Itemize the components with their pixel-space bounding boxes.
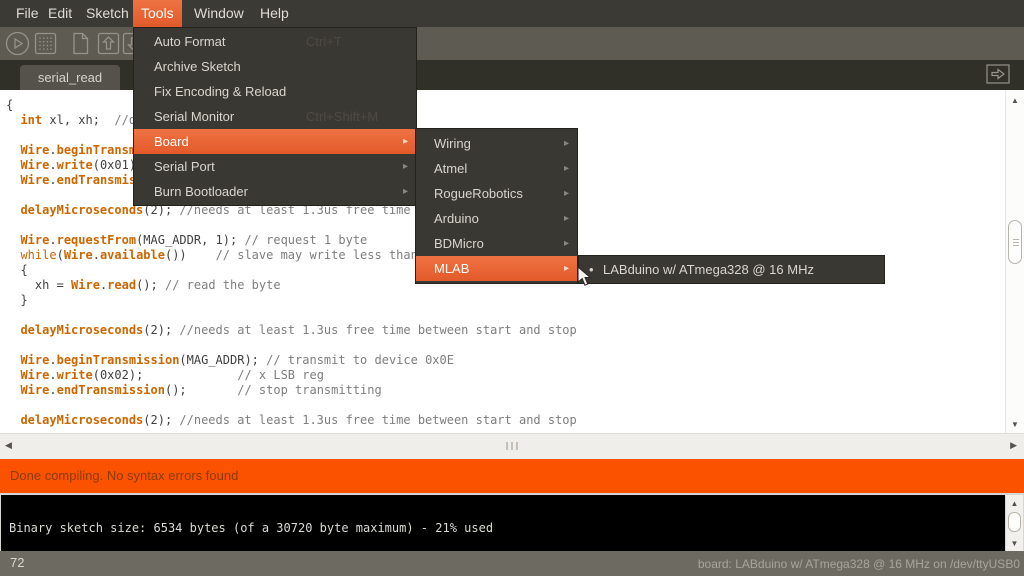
menubar-item-sketch[interactable]: Sketch [78,0,137,27]
scroll-right-icon[interactable]: ▶ [1010,440,1017,451]
new-sketch-icon[interactable] [68,31,93,56]
submenu-arrow-icon: ▸ [564,231,569,256]
menu-item-label: Archive Sketch [154,59,241,74]
tools-menu-item-serial-port[interactable]: Serial Port ▸ [134,154,416,179]
menu-item-label: Atmel [434,161,467,176]
tools-menu-item-archive-sketch[interactable]: Archive Sketch [134,54,416,79]
status-bar: Done compiling. No syntax errors found [0,459,1024,493]
menu-item-shortcut: Ctrl+Shift+M [306,104,378,129]
tab-serial-read[interactable]: serial_read [20,65,120,90]
menubar-item-help[interactable]: Help [252,0,297,27]
scroll-up-icon[interactable]: ▲ [1006,96,1024,105]
board-menu-item-wiring[interactable]: Wiring ▸ [416,131,577,156]
menu-item-label: Wiring [434,136,471,151]
menu-item-label: Arduino [434,211,479,226]
tab-menu-button[interactable] [986,64,1010,84]
board-submenu: Wiring▸Atmel▸RogueRobotics▸Arduino▸BDMic… [415,128,578,284]
menu-item-label: Serial Monitor [154,109,234,124]
stop-icon[interactable] [33,31,58,56]
menubar-item-edit[interactable]: Edit [40,0,80,27]
board-menu-item-arduino[interactable]: Arduino ▸ [416,206,577,231]
scroll-left-icon[interactable]: ◀ [5,440,12,451]
board-menu-item-mlab[interactable]: MLAB ▸ [416,256,577,281]
menubar-item-window[interactable]: Window [186,0,252,27]
menu-item-label: Fix Encoding & Reload [154,84,286,99]
submenu-arrow-icon: ▸ [403,154,408,179]
board-menu-item-bdmicro[interactable]: BDMicro ▸ [416,231,577,256]
scroll-up-icon[interactable]: ▲ [1006,499,1023,508]
tools-menu-item-auto-format[interactable]: Auto Format Ctrl+T [134,29,416,54]
console-scrollbar-thumb[interactable] [1008,512,1021,532]
menu-item-shortcut: Ctrl+T [306,29,342,54]
verify-icon[interactable] [5,31,30,56]
submenu-arrow-icon: ▸ [564,181,569,206]
menu-item-label: MLAB [434,261,469,276]
open-sketch-icon[interactable] [96,31,121,56]
tools-menu: Auto Format Ctrl+T Archive Sketch Fix Encod… [133,27,417,206]
footer-line-number: 72 [10,555,24,570]
scroll-down-icon[interactable]: ▼ [1006,539,1023,548]
menu-item-label: Burn Bootloader [154,184,248,199]
menubar: FileEditSketchToolsWindowHelp [0,0,1024,27]
submenu-arrow-icon: ▸ [564,156,569,181]
board-menu-item-roguerobotics[interactable]: RogueRobotics ▸ [416,181,577,206]
submenu-arrow-icon: ▸ [564,256,569,281]
menubar-item-tools[interactable]: Tools [133,0,182,27]
tools-menu-item-board[interactable]: Board ▸ [134,129,416,154]
tools-menu-item-fix-encoding-reload[interactable]: Fix Encoding & Reload [134,79,416,104]
submenu-arrow-icon: ▸ [403,129,408,154]
tools-menu-item-burn-bootloader[interactable]: Burn Bootloader ▸ [134,179,416,204]
tools-menu-item-serial-monitor[interactable]: Serial Monitor Ctrl+Shift+M [134,104,416,129]
console-splitter-grip[interactable] [504,442,520,452]
editor-scrollbar-thumb[interactable] [1008,220,1022,264]
menu-item-label: BDMicro [434,236,484,251]
menu-item-label: Auto Format [154,34,226,49]
footer-board-status: board: LABduino w/ ATmega328 @ 16 MHz on… [698,557,1020,571]
mlab-submenu: LABduino w/ ATmega328 @ 16 MHz• [578,255,885,284]
mouse-cursor [577,266,593,293]
menu-item-label: LABduino w/ ATmega328 @ 16 MHz [603,262,814,277]
submenu-arrow-icon: ▸ [564,131,569,156]
footer-bar: 72 board: LABduino w/ ATmega328 @ 16 MHz… [0,551,1024,576]
mlab-menu-item-labduino-w-atmega328-16-mhz[interactable]: LABduino w/ ATmega328 @ 16 MHz• [579,257,884,282]
menu-item-label: Serial Port [154,159,215,174]
menu-item-label: RogueRobotics [434,186,523,201]
submenu-arrow-icon: ▸ [403,179,408,204]
console-output: Binary sketch size: 6534 bytes (of a 307… [0,493,1024,551]
board-menu-item-atmel[interactable]: Atmel ▸ [416,156,577,181]
console-line: Binary sketch size: 6534 bytes (of a 307… [9,521,493,535]
submenu-arrow-icon: ▸ [564,206,569,231]
arduino-ide-window: FileEditSketchToolsWindowHelp [0,0,1024,576]
console-scrollbar[interactable]: ▲ ▼ [1005,495,1023,551]
editor-vertical-scrollbar[interactable]: ▲ ▼ [1005,90,1024,433]
menu-item-label: Board [154,134,189,149]
scroll-down-icon[interactable]: ▼ [1006,420,1024,429]
